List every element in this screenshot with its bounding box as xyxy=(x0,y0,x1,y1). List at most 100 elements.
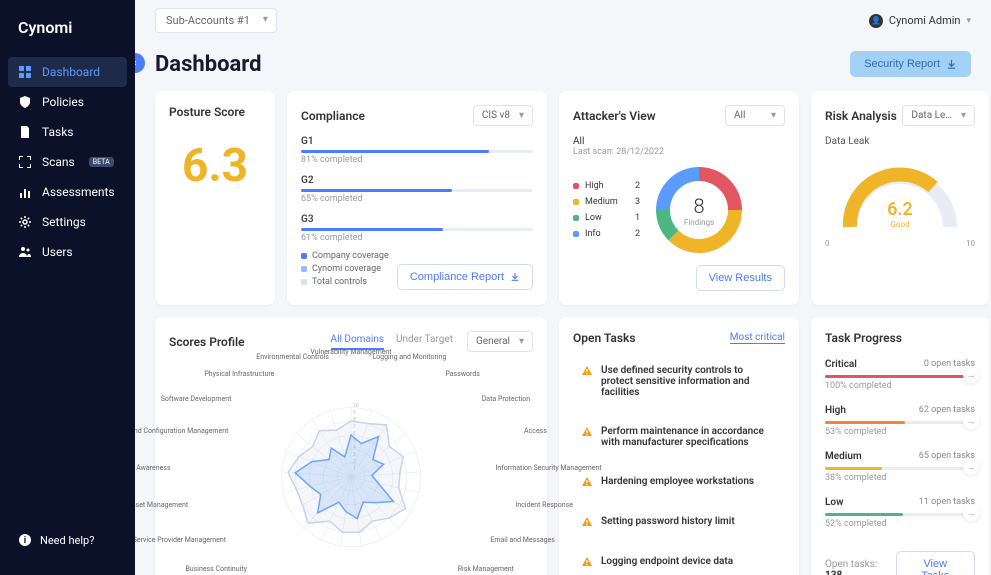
open-tasks-title: Open Tasks xyxy=(573,331,636,345)
legend-item: Company coverage xyxy=(301,251,389,261)
nav-dashboard[interactable]: Dashboard xyxy=(8,57,127,87)
radar-axis-label: Awareness xyxy=(136,464,170,472)
user-avatar-icon: 👤 xyxy=(869,14,883,28)
chevron-down-icon: ▾ xyxy=(966,16,971,26)
nav-assessments[interactable]: Assessments xyxy=(0,177,135,207)
info-icon: i xyxy=(18,533,32,547)
compliance-selector[interactable]: CIS v8 xyxy=(473,105,533,126)
radar-axis-label: Environmental Controls xyxy=(256,353,329,361)
account-selector[interactable]: Sub-Accounts #1 xyxy=(155,8,277,33)
nav-scans[interactable]: Scans BETA xyxy=(0,147,135,177)
bar-chart-icon xyxy=(18,185,32,199)
posture-card: Posture Score 6.3 xyxy=(155,91,275,305)
open-task-item[interactable]: Use defined security controls to protect… xyxy=(573,355,785,408)
beta-badge: BETA xyxy=(89,157,114,167)
scores-selector-value: General xyxy=(476,336,510,347)
compliance-report-button[interactable]: Compliance Report xyxy=(397,264,533,290)
warning-icon xyxy=(581,476,593,488)
nav-users[interactable]: Users xyxy=(0,237,135,267)
radar-axis-label: Information Security Management xyxy=(496,464,602,472)
open-task-item[interactable]: Logging endpoint device data xyxy=(573,546,785,575)
progress-item: High62 open tasks 53% completed → xyxy=(825,405,975,437)
task-progress-card: Task Progress Critical0 open tasks 100% … xyxy=(811,317,989,575)
content: ‹ Dashboard Security Report Posture Scor… xyxy=(135,41,991,575)
tab-under-target[interactable]: Under Target xyxy=(396,334,453,350)
help-label: Need help? xyxy=(40,534,94,547)
gauge-status: Good xyxy=(835,220,965,229)
nav-label: Policies xyxy=(42,95,84,109)
radar-axis-label: Service Provider Management xyxy=(135,536,226,544)
progress-arrow-button[interactable]: → xyxy=(963,459,979,475)
nav-tasks[interactable]: Tasks xyxy=(0,117,135,147)
task-text: Use defined security controls to protect… xyxy=(601,365,777,398)
nav-settings[interactable]: Settings xyxy=(0,207,135,237)
attacker-legend-item: Low1 xyxy=(573,210,640,226)
warning-icon xyxy=(581,426,593,438)
gauge-min: 0 xyxy=(825,239,830,248)
button-label: Security Report xyxy=(864,58,940,70)
risk-card: Risk Analysis Data Le… Data Leak 6.2 Goo… xyxy=(811,91,989,305)
view-results-button[interactable]: View Results xyxy=(696,265,785,291)
radar-axis-label: Passwords xyxy=(445,370,480,378)
progress-arrow-button[interactable]: → xyxy=(963,413,979,429)
button-label: View Tasks xyxy=(909,558,962,575)
gear-icon xyxy=(18,215,32,229)
radar-axis-label: Software Development xyxy=(161,395,232,403)
compliance-card: Compliance CIS v8 G1 81% completed G2 65… xyxy=(287,91,547,305)
attacker-legend-item: Info2 xyxy=(573,226,640,242)
attacker-card: Attacker's View All All Last scan: 28/12… xyxy=(559,91,799,305)
progress-item: Low11 open tasks 52% completed → xyxy=(825,497,975,529)
account-selector-value: Sub-Accounts #1 xyxy=(166,14,250,27)
nav-label: Assessments xyxy=(42,185,115,199)
attacker-selector[interactable]: All xyxy=(725,105,785,126)
radar-axis-label: Business Continuity xyxy=(185,565,247,573)
view-tasks-button[interactable]: View Tasks xyxy=(896,551,975,575)
sidebar-collapse-toggle[interactable]: ‹ xyxy=(135,53,145,73)
progress-arrow-button[interactable]: → xyxy=(963,367,979,383)
radar-axis-label: Data Protection xyxy=(482,395,530,403)
warning-icon xyxy=(581,556,593,568)
open-task-item[interactable]: Perform maintenance in accordance with m… xyxy=(573,416,785,458)
open-task-item[interactable]: Setting password history limit xyxy=(573,506,785,538)
svg-text:9: 9 xyxy=(353,410,356,416)
document-icon xyxy=(18,125,32,139)
open-tasks-card: Open Tasks Most critical Use defined sec… xyxy=(559,317,799,575)
compliance-selector-value: CIS v8 xyxy=(482,110,510,121)
help-link[interactable]: i Need help? xyxy=(0,523,135,557)
task-text: Perform maintenance in accordance with m… xyxy=(601,426,777,448)
progress-arrow-button[interactable]: → xyxy=(963,505,979,521)
open-tasks-footer-count: 138 xyxy=(825,570,842,575)
main: Sub-Accounts #1 👤 Cynomi Admin ▾ ‹ Dashb… xyxy=(135,0,991,575)
security-report-button[interactable]: Security Report xyxy=(850,51,971,77)
svg-text:10: 10 xyxy=(353,403,359,409)
dashboard-icon xyxy=(18,65,32,79)
findings-label: Findings xyxy=(684,218,714,227)
download-icon xyxy=(510,272,520,282)
scores-selector[interactable]: General xyxy=(467,331,533,352)
radar-axis-label: Physical Infrastructure xyxy=(204,370,274,378)
compliance-title: Compliance xyxy=(301,109,365,123)
risk-selector[interactable]: Data Le… xyxy=(902,105,975,126)
gauge-max: 10 xyxy=(966,239,975,248)
progress-item: Critical0 open tasks 100% completed → xyxy=(825,359,975,391)
posture-title: Posture Score xyxy=(169,105,261,119)
attacker-legend-item: Medium3 xyxy=(573,194,640,210)
open-tasks-filter[interactable]: Most critical xyxy=(730,332,785,344)
radar-axis-label: Access xyxy=(524,427,547,435)
attacker-last-scan: Last scan: 28/12/2022 xyxy=(573,147,785,157)
download-icon xyxy=(946,59,957,70)
page-title: Dashboard xyxy=(155,52,262,77)
radar-axis-label: Incident Response xyxy=(515,501,572,509)
compliance-group: G2 65% completed xyxy=(301,175,533,204)
nav-label: Dashboard xyxy=(42,65,100,79)
brand-logo: Cynomi xyxy=(0,18,135,57)
open-task-item[interactable]: Hardening employee workstations xyxy=(573,466,785,498)
gauge-value: 6.2 xyxy=(835,199,965,220)
radar-axis-label: Risk Management xyxy=(458,565,514,573)
scores-title: Scores Profile xyxy=(169,335,245,349)
nav-label: Settings xyxy=(42,215,86,229)
nav-policies[interactable]: Policies xyxy=(0,87,135,117)
nav-label: Users xyxy=(42,245,73,259)
task-text: Hardening employee workstations xyxy=(601,476,754,487)
user-menu[interactable]: 👤 Cynomi Admin ▾ xyxy=(869,14,971,28)
